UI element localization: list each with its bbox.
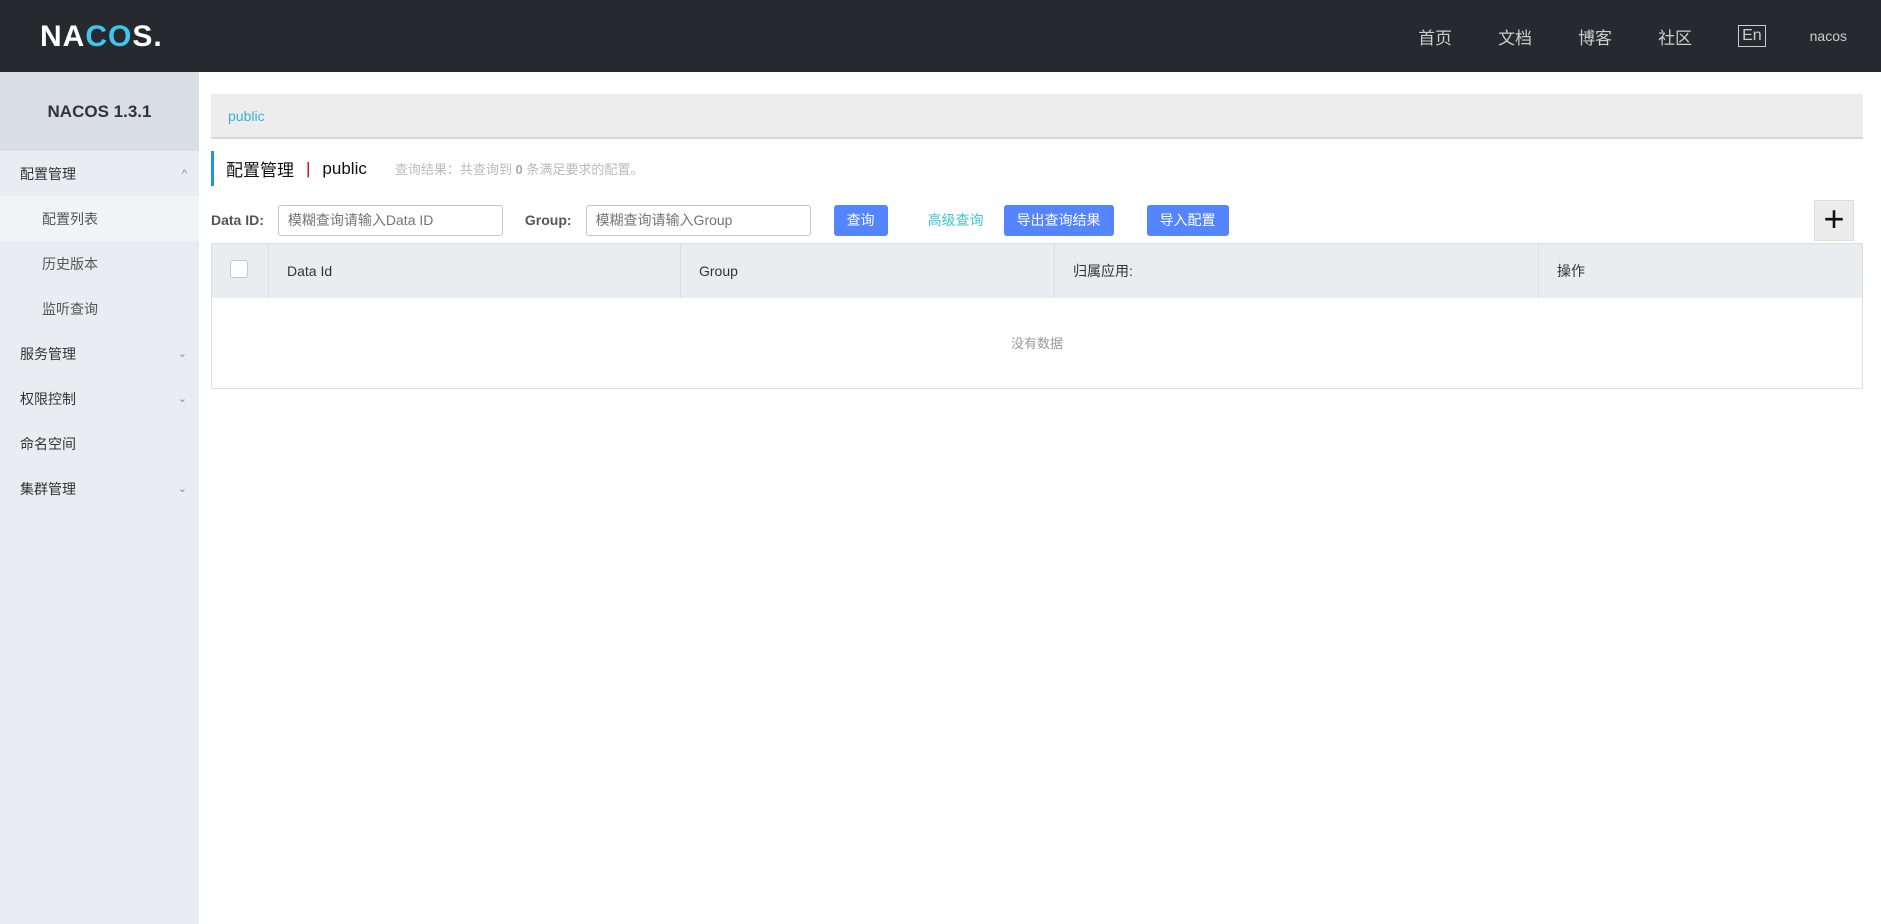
select-all-checkbox[interactable] <box>230 260 248 279</box>
sidebar-item-access-control[interactable]: 权限控制 ⌄ <box>0 376 199 421</box>
top-header: NACOS. 首页 文档 博客 社区 En nacos <box>0 0 1881 72</box>
add-config-button[interactable]: + <box>1814 200 1854 241</box>
sidebar: NACOS 1.3.1 配置管理 ^ 配置列表 历史版本 监听查询 服务管理 ⌄ 权… <box>0 72 199 924</box>
user-menu[interactable]: nacos <box>1810 28 1847 44</box>
menu-label: 命名空间 <box>20 435 76 452</box>
menu-label: 权限控制 <box>20 390 76 407</box>
sidebar-item-namespace[interactable]: 命名空间 <box>0 421 199 466</box>
chevron-up-icon: ^ <box>181 167 187 180</box>
column-app[interactable]: 归属应用: <box>1054 243 1539 298</box>
sidebar-item-cluster-management[interactable]: 集群管理 ⌄ <box>0 466 199 511</box>
menu-label: 监听查询 <box>42 300 98 317</box>
page-title-row: 配置管理 | public 查询结果：共查询到 0 条满足要求的配置。 <box>211 151 1863 186</box>
sidebar-item-config-list[interactable]: 配置列表 <box>0 196 199 241</box>
info-suffix: 条满足要求的配置。 <box>526 162 644 177</box>
chevron-down-icon: ⌄ <box>177 483 187 495</box>
table-header-row: Data Id Group 归属应用: 操作 <box>211 243 1863 298</box>
group-label: Group: <box>524 212 572 228</box>
menu-label: 服务管理 <box>20 345 76 362</box>
column-actions: 操作 <box>1538 243 1863 298</box>
config-table: Data Id Group 归属应用: 操作 没有数据 <box>211 243 1863 389</box>
sidebar-item-config-management[interactable]: 配置管理 ^ <box>0 151 199 196</box>
nacos-logo[interactable]: NACOS. <box>40 20 163 54</box>
chevron-down-icon: ⌄ <box>177 393 187 405</box>
sidebar-item-listener-query[interactable]: 监听查询 <box>0 286 199 331</box>
title-separator: | <box>306 158 311 178</box>
nav-docs[interactable]: 文档 <box>1498 24 1532 49</box>
chevron-down-icon: ⌄ <box>177 348 187 360</box>
sidebar-item-history[interactable]: 历史版本 <box>0 241 199 286</box>
dataid-label: Data ID: <box>211 212 264 228</box>
namespace-name: public <box>322 158 367 178</box>
menu-label: 配置管理 <box>20 165 76 182</box>
sidebar-item-service-management[interactable]: 服务管理 ⌄ <box>0 331 199 376</box>
empty-message: 没有数据 <box>1010 336 1063 352</box>
info-prefix: 查询结果：共查询到 <box>394 162 512 177</box>
sidebar-title: NACOS 1.3.1 <box>0 72 199 151</box>
result-count: 0 <box>515 162 523 177</box>
search-bar: Data ID: Group: 查询 高级查询 导出查询结果 导入配置 + <box>211 200 1863 241</box>
import-config-button[interactable]: 导入配置 <box>1146 204 1229 236</box>
menu-label: 历史版本 <box>42 255 98 272</box>
menu-label: 集群管理 <box>20 480 76 497</box>
top-nav: 首页 文档 博客 社区 En nacos <box>1418 0 1881 72</box>
page-title: 配置管理 <box>226 161 294 180</box>
column-data-id[interactable]: Data Id <box>268 243 681 298</box>
advanced-query-link[interactable]: 高级查询 <box>928 210 984 230</box>
namespace-link-public[interactable]: public <box>228 108 265 124</box>
nav-home[interactable]: 首页 <box>1418 24 1452 49</box>
table-empty-row: 没有数据 <box>212 298 1863 389</box>
nav-blog[interactable]: 博客 <box>1578 24 1612 49</box>
query-result-info: 查询结果：共查询到 0 条满足要求的配置。 <box>395 159 644 178</box>
dataid-input[interactable] <box>277 204 503 236</box>
group-input[interactable] <box>585 204 811 236</box>
main-content: public 配置管理 | public 查询结果：共查询到 0 条满足要求的配… <box>211 94 1863 389</box>
nav-community[interactable]: 社区 <box>1658 24 1692 49</box>
query-button[interactable]: 查询 <box>833 204 888 236</box>
menu-label: 配置列表 <box>42 210 98 227</box>
language-toggle[interactable]: En <box>1738 25 1766 47</box>
namespace-bar: public <box>211 94 1863 139</box>
export-button[interactable]: 导出查询结果 <box>1003 204 1114 236</box>
select-all-cell <box>211 243 269 298</box>
column-group[interactable]: Group <box>680 243 1055 298</box>
